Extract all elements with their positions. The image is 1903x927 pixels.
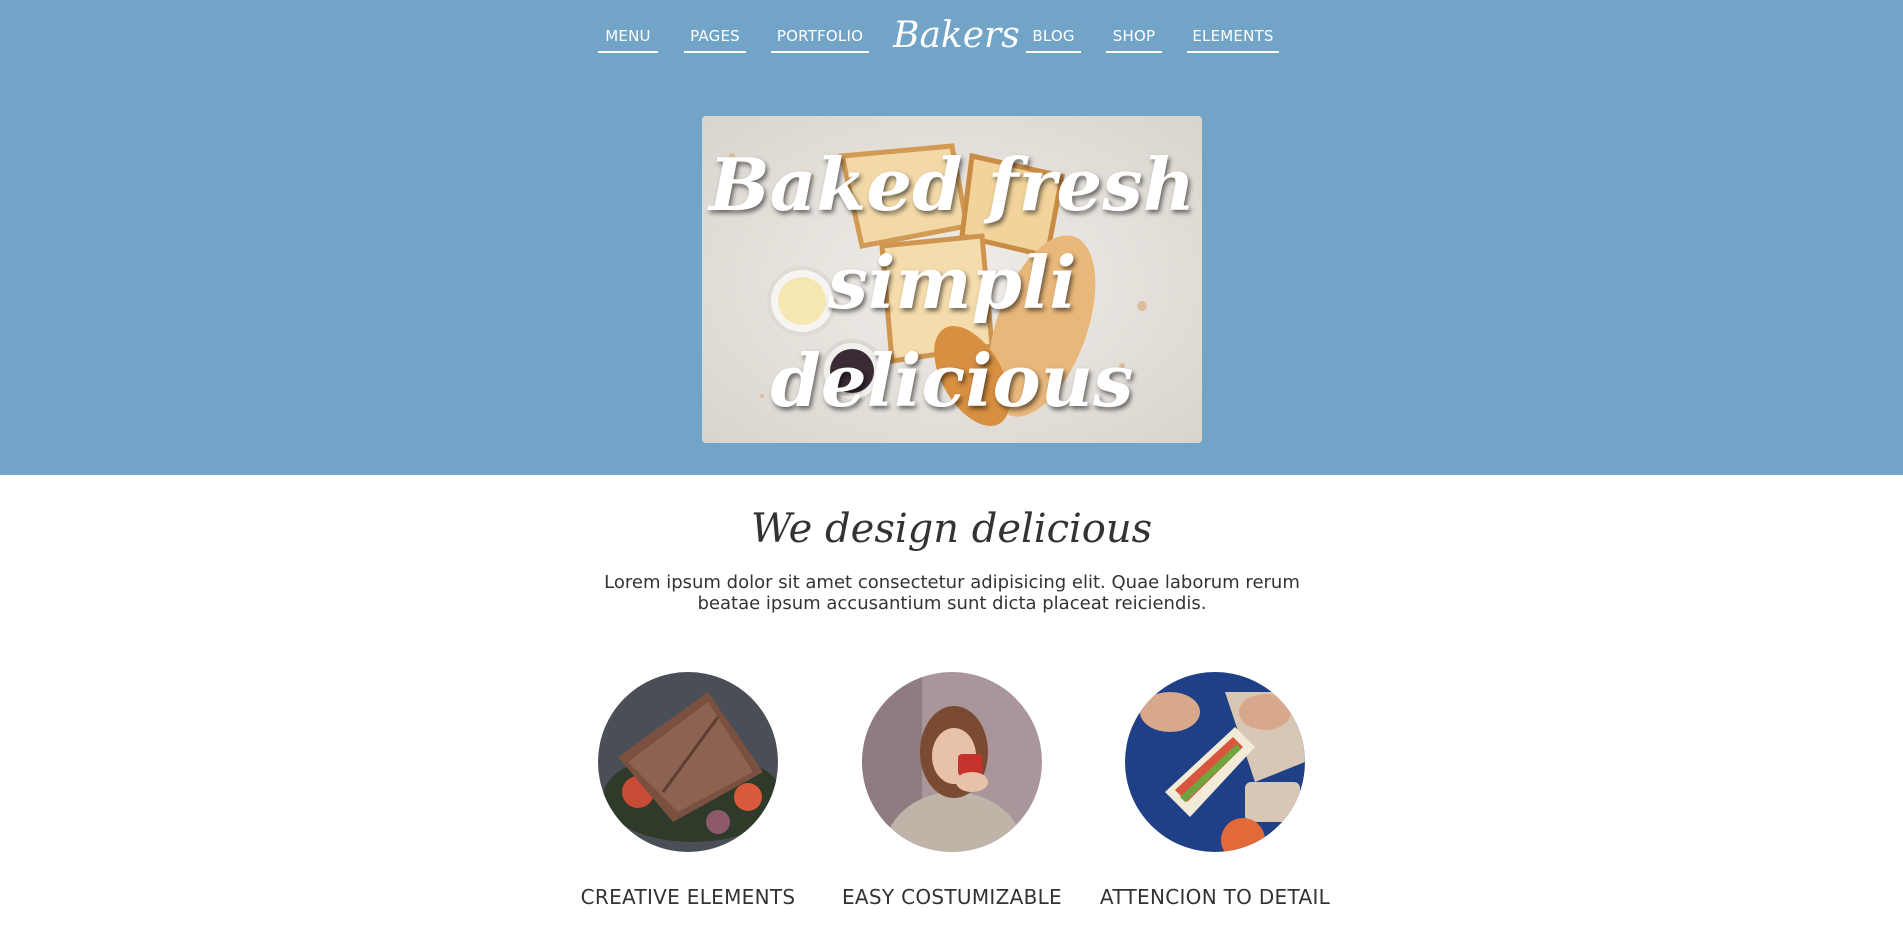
feature-creative-elements: CREATIVE ELEMENTS xyxy=(528,672,795,912)
hero-headline: Baked fresh simpli delicious xyxy=(702,136,1202,430)
sandwich-photo xyxy=(598,672,778,852)
feature-image xyxy=(862,672,1042,852)
feature-easy-customizable: EASY COSTUMIZABLE xyxy=(792,672,1062,912)
woman-drinking-photo xyxy=(862,672,1042,852)
sandwich-hands-photo xyxy=(1125,672,1305,852)
nav-item-elements[interactable]: ELEMENTS xyxy=(1187,26,1279,53)
hero-headline-line-2: simpli xyxy=(827,240,1077,325)
nav-item-shop[interactable]: SHOP xyxy=(1106,26,1162,53)
hero-image-card: Baked fresh simpli delicious xyxy=(702,116,1202,443)
nav-item-blog[interactable]: BLOG xyxy=(1026,26,1081,53)
site-logo[interactable]: Bakers xyxy=(893,12,1020,60)
nav-item-menu[interactable]: MENU xyxy=(598,26,658,53)
feature-label: ATTENCION TO DETAIL xyxy=(1099,885,1331,909)
feature-attention-to-detail: ATTENCION TO DETAIL xyxy=(1055,672,1330,912)
feature-image xyxy=(598,672,778,852)
nav-item-pages[interactable]: PAGES xyxy=(684,26,746,53)
main-nav: MENU PAGES PORTFOLIO Bakers BLOG SHOP EL… xyxy=(0,0,1903,70)
hero-headline-line-1: Baked fresh xyxy=(708,142,1196,227)
hero-section: MENU PAGES PORTFOLIO Bakers BLOG SHOP EL… xyxy=(0,0,1903,475)
section-title: We design delicious xyxy=(750,506,1153,552)
hero-headline-line-3: delicious xyxy=(770,338,1134,423)
section-description: Lorem ipsum dolor sit amet consectetur a… xyxy=(604,572,1300,614)
nav-item-portfolio[interactable]: PORTFOLIO xyxy=(771,26,869,53)
feature-image xyxy=(1125,672,1305,852)
